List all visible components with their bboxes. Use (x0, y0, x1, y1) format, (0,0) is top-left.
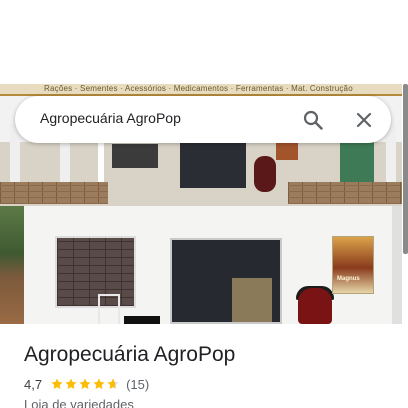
maps-place-view: Rações · Sementes · Acessórios · Medicam… (0, 0, 408, 408)
search-bar[interactable]: Agropecuária AgroPop (15, 96, 391, 143)
star-icon (51, 378, 63, 390)
poster (276, 142, 298, 160)
cooler (298, 288, 332, 324)
search-query[interactable]: Agropecuária AgroPop (40, 110, 181, 126)
store-sign: Rações · Sementes · Acessórios · Medicam… (0, 84, 402, 96)
star-icon (79, 378, 91, 390)
cooler (254, 156, 276, 192)
scrollbar[interactable] (403, 84, 408, 254)
advert-poster (332, 236, 374, 294)
pillar (10, 124, 20, 188)
brick-window (55, 236, 136, 308)
search-icon[interactable] (301, 108, 325, 132)
top-blank-area (0, 0, 408, 84)
brick-wall (0, 182, 108, 204)
place-title: Agropecuária AgroPop (24, 343, 236, 366)
wall-edge (392, 206, 402, 324)
store-door (180, 140, 246, 188)
place-photo-main[interactable]: Magnus (0, 206, 402, 324)
shelf (232, 278, 272, 322)
rating-value: 4,7 (24, 376, 43, 392)
close-icon[interactable] (352, 108, 376, 132)
pillar (386, 124, 396, 188)
star-icon (107, 378, 119, 390)
place-info-panel: Agropecuária AgroPop 4,7 (15) Loja de va… (0, 324, 408, 408)
green-door (340, 142, 374, 184)
place-category: Loja de variedades (24, 397, 134, 408)
rating-stars (50, 377, 120, 391)
poster-text: Magnus (337, 276, 360, 282)
trees (0, 206, 24, 324)
window (112, 144, 158, 168)
review-count[interactable]: (15) (126, 377, 149, 392)
chair (98, 294, 120, 324)
rating-row[interactable]: 4,7 (15) (24, 376, 149, 392)
store-sign-text: Rações · Sementes · Acessórios · Medicam… (44, 84, 353, 93)
printer (124, 316, 160, 324)
star-icon (93, 378, 105, 390)
brick-wall (288, 182, 402, 204)
star-icon (65, 378, 77, 390)
